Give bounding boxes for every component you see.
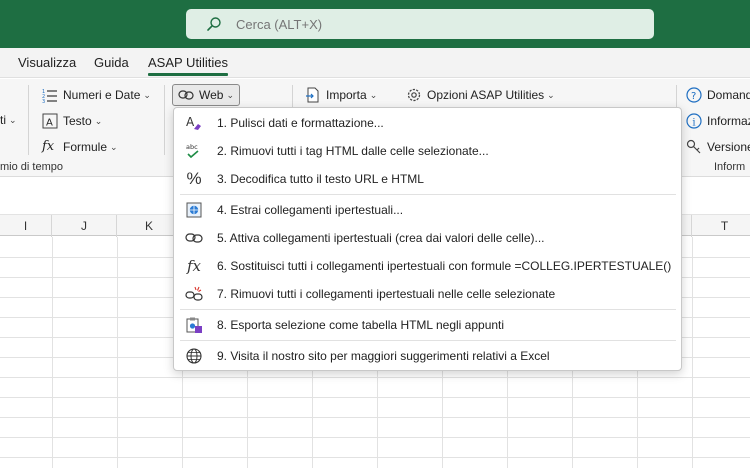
eraser-icon: A: [184, 113, 204, 133]
chevron-down-icon: ⌄: [9, 114, 17, 125]
group-label-info: Inform: [714, 161, 746, 173]
web-button[interactable]: Web ⌄: [172, 84, 241, 106]
import-button[interactable]: Importa ⌄: [305, 87, 377, 103]
version-button[interactable]: Versione: [686, 139, 750, 155]
text-box-icon: A: [42, 113, 58, 129]
svg-text:?: ?: [691, 91, 696, 102]
link-icon: [178, 90, 194, 100]
spellcheck-icon: abc: [184, 141, 204, 161]
ribbon-separator: [28, 85, 29, 155]
key-icon: [686, 139, 701, 154]
menu-item-replace-with-formulas[interactable]: fx 6. Sostituisci tutti i collegamenti i…: [174, 252, 681, 280]
ribbon-tab-bar: Visualizza Guida ASAP Utilities: [0, 48, 750, 78]
menu-item-label: 3. Decodifica tutto il testo URL e HTML: [217, 172, 424, 186]
menu-item-label: 2. Rimuovi tutti i tag HTML dalle celle …: [217, 144, 489, 158]
web-dropdown-menu: A 1. Pulisci dati e formattazione... abc…: [173, 107, 682, 371]
menu-item-label: 1. Pulisci dati e formattazione...: [217, 116, 384, 130]
search-box[interactable]: [186, 9, 654, 39]
info-button[interactable]: i Informaz: [686, 113, 750, 129]
menu-item-label: 9. Visita il nostro sito per maggiori su…: [217, 349, 550, 363]
menu-item-remove-hyperlinks[interactable]: 7. Rimuovi tutti i collegamenti ipertest…: [174, 280, 681, 308]
menu-item-label: 5. Attiva collegamenti ipertestuali (cre…: [217, 231, 545, 245]
menu-item-activate-hyperlinks[interactable]: 5. Attiva collegamenti ipertestuali (cre…: [174, 224, 681, 252]
menu-separator: [180, 340, 676, 341]
link-icon: [184, 228, 204, 248]
ask-button[interactable]: ? Domand: [686, 87, 750, 103]
clipboard-export-icon: [184, 315, 204, 335]
menu-separator: [180, 309, 676, 310]
info-label: Informaz: [707, 114, 750, 128]
svg-text:A: A: [186, 115, 195, 129]
help-icon: ?: [686, 87, 702, 103]
percent-icon: %: [186, 169, 202, 188]
menu-item-clean-data[interactable]: A 1. Pulisci dati e formattazione...: [174, 109, 681, 137]
menu-item-label: 6. Sostituisci tutti i collegamenti iper…: [217, 259, 672, 273]
tab-guida[interactable]: Guida: [94, 55, 129, 70]
web-label: Web: [199, 88, 224, 102]
menu-item-export-html-table[interactable]: 8. Esporta selezione come tabella HTML n…: [174, 311, 681, 339]
broken-link-icon: [184, 284, 204, 304]
info-icon: i: [686, 113, 702, 129]
text-button[interactable]: A Testo ⌄: [42, 113, 102, 129]
ribbon-left-cut-button[interactable]: ti ⌄: [0, 113, 17, 127]
ribbon-left-cut-label: ti: [0, 113, 6, 127]
chevron-down-icon: ⌄: [547, 89, 555, 100]
numbered-list-icon: 1 2 3: [42, 89, 57, 103]
fx-icon: fx: [42, 139, 55, 154]
menu-item-remove-html-tags[interactable]: abc 2. Rimuovi tutti i tag HTML dalle ce…: [174, 137, 681, 165]
group-label-time: mio di tempo: [0, 161, 63, 173]
column-header-i[interactable]: I: [0, 215, 52, 237]
numbers-dates-label: Numeri e Date: [63, 88, 141, 102]
menu-item-label: 7. Rimuovi tutti i collegamenti ipertest…: [217, 287, 556, 301]
tab-asap-utilities[interactable]: ASAP Utilities: [148, 55, 228, 76]
globe-icon: [184, 346, 204, 366]
ask-label: Domand: [707, 88, 750, 102]
title-bar: [0, 0, 750, 48]
chevron-down-icon: ⌄: [143, 89, 151, 100]
version-label: Versione: [707, 140, 750, 154]
formulas-button[interactable]: fx Formule ⌄: [42, 139, 118, 155]
gear-icon: [407, 88, 421, 102]
tab-visualizza[interactable]: Visualizza: [18, 55, 76, 70]
chevron-down-icon: ⌄: [226, 89, 235, 100]
search-icon: [207, 17, 221, 31]
column-header-t[interactable]: T: [692, 215, 750, 237]
import-file-icon: [306, 87, 319, 103]
svg-text:A: A: [46, 118, 53, 129]
text-label: Testo: [63, 114, 92, 128]
ribbon-separator: [164, 85, 165, 155]
menu-item-decode-url[interactable]: % 3. Decodifica tutto il testo URL e HTM…: [174, 165, 681, 193]
formulas-label: Formule: [63, 140, 108, 154]
column-header-j[interactable]: J: [52, 215, 117, 237]
svg-text:abc: abc: [186, 143, 198, 151]
svg-text:i: i: [692, 118, 695, 129]
menu-item-extract-hyperlinks[interactable]: 4. Estrai collegamenti ipertestuali...: [174, 196, 681, 224]
options-button[interactable]: Opzioni ASAP Utilities ⌄: [406, 87, 555, 103]
svg-text:3: 3: [42, 99, 45, 103]
menu-item-visit-website[interactable]: 9. Visita il nostro sito per maggiori su…: [174, 342, 681, 370]
options-label: Opzioni ASAP Utilities: [427, 88, 545, 102]
chevron-down-icon: ⌄: [94, 115, 103, 126]
menu-item-label: 8. Esporta selezione come tabella HTML n…: [217, 318, 505, 332]
menu-separator: [180, 194, 676, 195]
menu-item-label: 4. Estrai collegamenti ipertestuali...: [217, 203, 404, 217]
import-label: Importa: [326, 88, 367, 102]
numbers-dates-button[interactable]: 1 2 3 Numeri e Date ⌄: [42, 87, 151, 103]
fx-icon: fx: [186, 257, 201, 275]
chevron-down-icon: ⌄: [369, 89, 378, 100]
search-input[interactable]: [236, 16, 616, 32]
chevron-down-icon: ⌄: [110, 141, 118, 152]
globe-page-icon: [184, 200, 204, 220]
